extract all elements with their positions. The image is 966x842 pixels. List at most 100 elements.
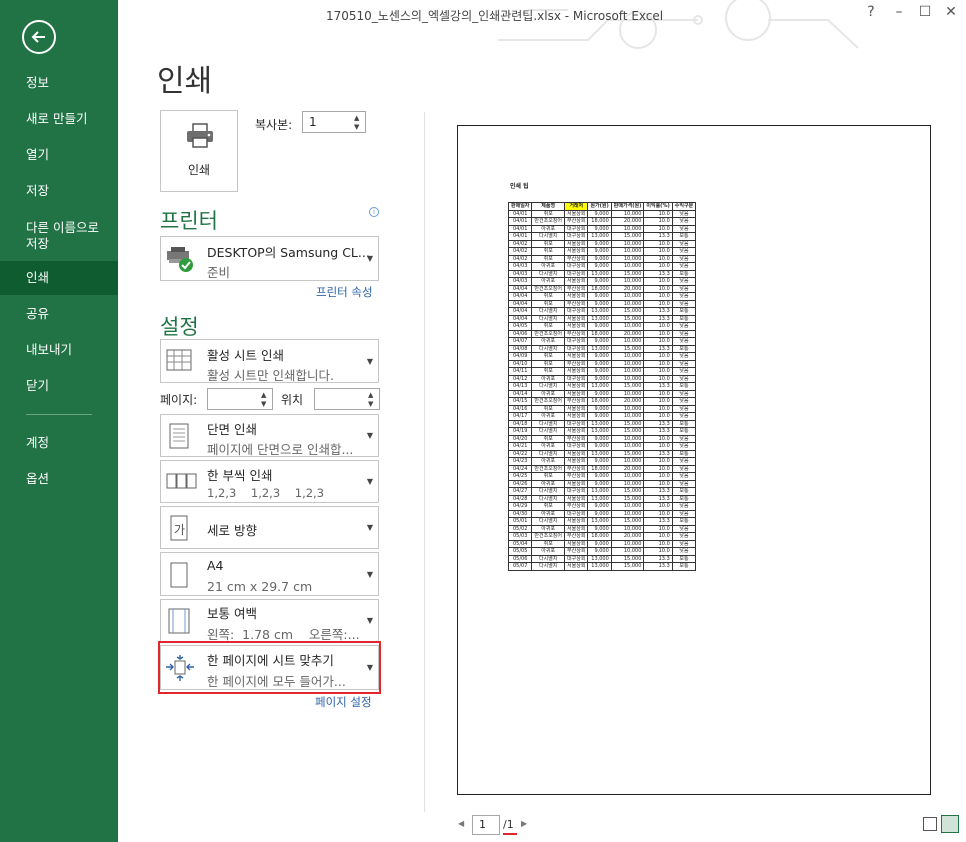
close-button[interactable]: ✕: [940, 4, 962, 20]
table-cell: 부산상회: [564, 255, 589, 263]
table-cell: 아귀포: [531, 525, 566, 533]
nav-new[interactable]: 새로 만들기: [0, 102, 118, 136]
table-cell: 서울상회: [564, 390, 589, 398]
next-page-icon[interactable]: ▶: [521, 819, 527, 828]
spin-up-icon[interactable]: ▲: [354, 114, 363, 122]
collate-dropdown[interactable]: 한 부씩 인쇄 1,2,3 1,2,3 1,2,3 ▼: [160, 460, 379, 503]
show-margins-icon[interactable]: [923, 817, 937, 831]
table-cell: 9,000: [587, 457, 612, 466]
nav-open[interactable]: 열기: [0, 138, 118, 172]
table-cell: 낮음: [672, 435, 697, 443]
prev-page-icon[interactable]: ◀: [458, 819, 464, 828]
pages-to-input[interactable]: ▲ ▼: [314, 388, 380, 410]
table-header-cell: 판매가격(원): [611, 202, 645, 211]
orientation-dropdown[interactable]: 가 세로 방향 ▼: [160, 506, 379, 549]
table-cell: 반건조오징어: [531, 465, 566, 473]
table-cell: 04/22: [507, 450, 533, 458]
table-cell: 서울상회: [564, 315, 589, 323]
nav-close[interactable]: 닫기: [0, 369, 118, 403]
table-cell: 아귀포: [531, 442, 566, 451]
table-cell: 9,000: [587, 390, 612, 398]
table-cell: 04/01: [507, 217, 533, 226]
print-what-dropdown[interactable]: 활성 시트 인쇄 활성 시트만 인쇄합니다. ▼: [160, 339, 379, 383]
pages-from-input[interactable]: ▲ ▼: [207, 388, 273, 410]
table-cell: 04/04: [507, 307, 533, 316]
table-cell: 보통: [672, 555, 697, 563]
table-cell: 04/28: [507, 495, 533, 503]
table-cell: 18,000: [587, 217, 612, 226]
table-cell: 부산상회: [564, 435, 589, 443]
restore-button[interactable]: ☐: [914, 4, 936, 20]
printer-dropdown[interactable]: DESKTOP의 Samsung CL... 준비 ▼: [160, 236, 379, 281]
table-cell: 13,000: [587, 232, 612, 241]
table-cell: 부산상회: [564, 547, 589, 556]
nav-print[interactable]: 인쇄: [0, 261, 118, 295]
spin-down-icon[interactable]: ▼: [261, 400, 270, 408]
nav-info[interactable]: 정보: [0, 66, 118, 100]
panel-divider: [424, 112, 425, 812]
orientation-label: 세로 방향: [207, 523, 257, 538]
table-cell: 04/03: [507, 277, 533, 286]
copies-input[interactable]: 1 ▲ ▼: [302, 111, 366, 133]
minimize-button[interactable]: –: [888, 4, 910, 20]
table-cell: 다시멸치: [531, 420, 566, 428]
spin-up-icon[interactable]: ▲: [368, 391, 377, 399]
nav-share[interactable]: 공유: [0, 297, 118, 331]
table-cell: 04/02: [507, 255, 533, 263]
table-cell: 10.0: [643, 472, 673, 481]
table-cell: 05/01: [507, 517, 533, 526]
table-row: 04/01 반건조오징어 부산상회 18,000 20,000 10.0 낮음: [507, 217, 697, 226]
nav-save-as[interactable]: 다른 이름으로 저장: [0, 218, 118, 254]
nav-options[interactable]: 옵션: [0, 462, 118, 496]
help-button[interactable]: ?: [860, 4, 882, 20]
table-cell: 18,000: [587, 330, 612, 338]
table-cell: 15,000: [611, 345, 645, 353]
table-body: 04/01 쥐포 서울상회 9,000 10,000 10.0 낮음 04/01 반건조오징어 부…: [507, 210, 697, 571]
table-cell: 15,000: [611, 450, 645, 458]
print-button[interactable]: 인쇄: [160, 110, 238, 192]
table-row: 04/17 아귀포 서울상회 9,000 10,000 10.0 낮음: [507, 412, 697, 421]
table-cell: 낮음: [672, 285, 697, 293]
sides-dropdown[interactable]: 단면 인쇄 페이지에 단면으로 인쇄합... ▼: [160, 414, 379, 457]
table-cell: 10.0: [643, 285, 673, 293]
backstage-sidebar: 정보 새로 만들기 열기 저장 다른 이름으로 저장 인쇄 공유 내보내기 닫기…: [0, 0, 118, 842]
table-cell: 낮음: [672, 540, 697, 548]
table-cell: 낮음: [672, 412, 697, 421]
margins-dropdown[interactable]: 보통 여백 왼쪽: 1.78 cm 오른쪽:... ▼: [160, 599, 379, 642]
copies-value: 1: [309, 115, 317, 129]
paper-size-dropdown[interactable]: A4 21 cm x 29.7 cm ▼: [160, 552, 379, 596]
table-cell: 05/04: [507, 540, 533, 548]
table-cell: 낮음: [672, 352, 697, 361]
table-cell: 낮음: [672, 457, 697, 466]
table-cell: 15,000: [611, 555, 645, 563]
chevron-down-icon: ▼: [366, 523, 373, 532]
table-cell: 서울상회: [564, 540, 589, 548]
spin-up-icon[interactable]: ▲: [261, 391, 270, 399]
table-cell: 반건조오징어: [531, 330, 566, 338]
table-row: 04/15 반건조오징어 부산상회 18,000 20,000 10.0 낮음: [507, 397, 697, 406]
table-cell: 10,000: [611, 367, 645, 376]
page-setup-link[interactable]: 페이지 설정: [315, 694, 372, 710]
table-cell: 아귀포: [531, 457, 566, 466]
printer-properties-link[interactable]: 프린터 속성: [316, 284, 373, 300]
table-cell: 10.0: [643, 465, 673, 473]
table-cell: 10,000: [611, 240, 645, 248]
table-cell: 13,000: [587, 315, 612, 323]
nav-save[interactable]: 저장: [0, 174, 118, 208]
table-cell: 보통: [672, 315, 697, 323]
window-title: 170510_노센스의_엑셀강의_인쇄관련팁.xlsx - Microsoft …: [326, 9, 664, 23]
nav-account[interactable]: 계정: [0, 426, 118, 460]
spin-down-icon[interactable]: ▼: [354, 123, 363, 131]
spin-down-icon[interactable]: ▼: [368, 400, 377, 408]
nav-export[interactable]: 내보내기: [0, 333, 118, 367]
back-button[interactable]: [22, 20, 56, 54]
table-cell: 10,000: [611, 457, 645, 466]
chevron-down-icon: ▼: [366, 254, 373, 263]
table-cell: 낮음: [672, 480, 697, 488]
page-number-input[interactable]: 1: [472, 815, 500, 835]
zoom-to-page-icon[interactable]: [941, 815, 959, 833]
table-cell: 낮음: [672, 277, 697, 286]
info-icon[interactable]: i: [369, 207, 379, 217]
table-row: 04/24 반건조오징어 부산상회 18,000 20,000 10.0 낮음: [507, 465, 697, 473]
table-cell: 10.0: [643, 367, 673, 376]
